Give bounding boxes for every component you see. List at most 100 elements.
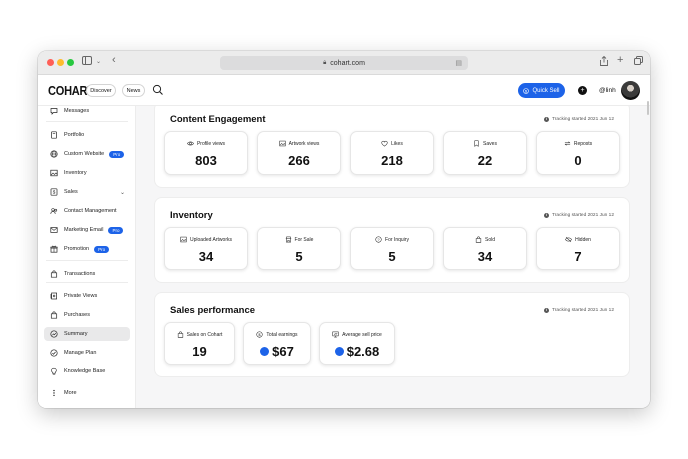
dollar-icon: $ — [49, 187, 59, 197]
inventory-section: Inventory i Tracking started 2021 Jun 12… — [154, 197, 630, 283]
sidebar-item-label: More — [64, 390, 77, 396]
new-tab-icon[interactable]: + — [617, 54, 623, 66]
stat-value: 34 — [198, 249, 214, 264]
stat-card-for-inquiry: ? For Inquiry 5 — [350, 227, 434, 270]
scrollbar[interactable] — [647, 101, 649, 115]
stat-card-artwork-views: Artwork views 266 — [257, 131, 341, 175]
nav-news[interactable]: News — [122, 84, 145, 97]
avatar[interactable] — [621, 81, 640, 100]
chevron-down-icon[interactable]: ⌄ — [120, 189, 125, 196]
globe-icon — [49, 149, 59, 159]
pro-badge: Pro — [109, 150, 125, 158]
mail-icon — [49, 225, 59, 235]
stat-card-sales-on-cohart: Sales on Cohart 19 — [164, 322, 235, 365]
stat-card-total-earnings: $ Total earnings $67 — [243, 322, 311, 365]
zoom-window-button[interactable] — [67, 59, 74, 66]
stat-card-sold: Sold 34 — [443, 227, 527, 270]
sidebar-item-portfolio[interactable]: Portfolio — [44, 128, 130, 142]
eye-icon — [187, 141, 194, 146]
share-icon[interactable] — [600, 55, 608, 69]
sidebar-item-knowledge-base[interactable]: Knowledge Base — [44, 364, 130, 378]
nav-discover[interactable]: Discover — [86, 84, 116, 97]
dollar-icon: $ — [256, 331, 263, 338]
section-title: Inventory — [170, 210, 213, 221]
question-icon: ? — [375, 236, 382, 243]
stat-value: 5 — [295, 249, 303, 264]
stat-value: 218 — [381, 153, 403, 168]
section-title: Sales performance — [170, 305, 256, 316]
sidebar-toggle-icon[interactable] — [82, 56, 92, 68]
tracking-note: i Tracking started 2021 Jun 12 — [544, 213, 614, 218]
minimize-window-button[interactable] — [57, 59, 64, 66]
stat-card-average-sell-price: Average sell price $2.68 — [319, 322, 395, 365]
more-icon — [49, 388, 59, 398]
sidebar-item-label: Sales — [64, 189, 78, 195]
user-handle[interactable]: @linh — [599, 87, 616, 94]
stat-label: Likes — [391, 140, 403, 147]
sidebar-item-contact-management[interactable]: Contact Management — [44, 204, 130, 218]
sidebar-divider — [46, 260, 128, 261]
stat-card-profile-views: Profile views 803 — [164, 131, 248, 175]
back-icon[interactable]: ‹ — [112, 54, 116, 66]
stat-value: 803 — [195, 153, 217, 168]
sidebar-item-purchases[interactable]: Purchases — [44, 308, 130, 322]
close-window-button[interactable] — [47, 59, 54, 66]
stat-value: 19 — [192, 344, 207, 359]
reader-icon[interactable]: ▤ — [455, 59, 462, 67]
sidebar-item-inventory[interactable]: Inventory — [44, 166, 130, 180]
address-url: cohart.com — [330, 59, 365, 67]
bag-icon — [475, 236, 482, 243]
sidebar-item-label: Portfolio — [64, 132, 85, 138]
gift-icon — [49, 244, 59, 254]
stat-value: 34 — [477, 249, 493, 264]
stat-label: Artwork views — [288, 140, 320, 147]
section-title: Content Engagement — [170, 114, 266, 125]
sidebar-item-messages[interactable]: Messages — [44, 104, 130, 118]
bag-icon — [49, 269, 59, 279]
sidebar-item-label: Transactions — [64, 271, 96, 277]
contacts-icon — [49, 206, 59, 216]
stat-value: 0 — [574, 153, 582, 168]
sidebar-item-more[interactable]: More — [44, 386, 130, 400]
stat-value: 5 — [388, 249, 396, 264]
portfolio-icon — [49, 130, 59, 140]
stat-card-reposts: Reposts 0 — [536, 131, 620, 175]
stat-label: Reposts — [573, 140, 593, 147]
dollar-circle-icon: $ — [523, 87, 530, 94]
stat-card-uploaded-artworks: Uploaded Artworks 34 — [164, 227, 248, 270]
sidebar-item-promotion[interactable]: Promotion Pro — [44, 242, 130, 256]
stat-value-row: $67 — [244, 344, 310, 359]
sidebar-item-sales[interactable]: $ Sales ⌄ — [44, 185, 130, 199]
private-views-icon — [49, 291, 59, 301]
sidebar-item-marketing-email[interactable]: Marketing Email Pro — [44, 223, 130, 237]
pro-badge: Pro — [108, 226, 124, 234]
tracking-note: i Tracking started 2021 Jun 12 — [544, 117, 614, 122]
info-icon: i — [544, 213, 550, 218]
bookmark-icon — [474, 140, 479, 147]
sidebar-item-private-views[interactable]: Private Views — [44, 289, 130, 303]
pro-badge: Pro — [94, 245, 110, 253]
stat-label: Sold — [484, 236, 495, 243]
address-bar[interactable]: 🔒︎ cohart.com ▤ — [220, 56, 468, 70]
sidebar-item-custom-website[interactable]: Custom Website Pro — [44, 147, 130, 161]
tracking-note: i Tracking started 2021 Jun 12 — [544, 308, 614, 313]
inventory-icon — [49, 168, 59, 178]
add-button[interactable]: + — [578, 86, 587, 95]
sidebar-item-summary[interactable]: Summary — [44, 327, 130, 341]
quick-sell-button[interactable]: $ Quick Sell — [518, 83, 565, 98]
sidebar: Messages Portfolio Custom Website Pro Invent… — [38, 106, 136, 408]
tabs-overview-icon[interactable] — [634, 56, 643, 68]
stat-label: For Inquiry — [385, 236, 409, 243]
sidebar-item-label: Marketing Email — [64, 227, 104, 233]
chevron-down-icon[interactable]: ⌄ — [96, 56, 101, 68]
sidebar-divider — [46, 282, 128, 283]
info-icon: i — [544, 117, 550, 122]
stat-label: Uploaded Artworks — [190, 236, 232, 243]
svg-text:$: $ — [259, 332, 262, 337]
svg-text:$: $ — [53, 190, 56, 195]
sidebar-item-manage-plan[interactable]: Manage Plan — [44, 346, 130, 360]
stat-card-likes: Likes 218 — [350, 131, 434, 175]
search-icon[interactable] — [152, 84, 164, 96]
sidebar-item-transactions[interactable]: Transactions — [44, 267, 130, 281]
lock-icon: 🔒︎ — [323, 59, 327, 66]
